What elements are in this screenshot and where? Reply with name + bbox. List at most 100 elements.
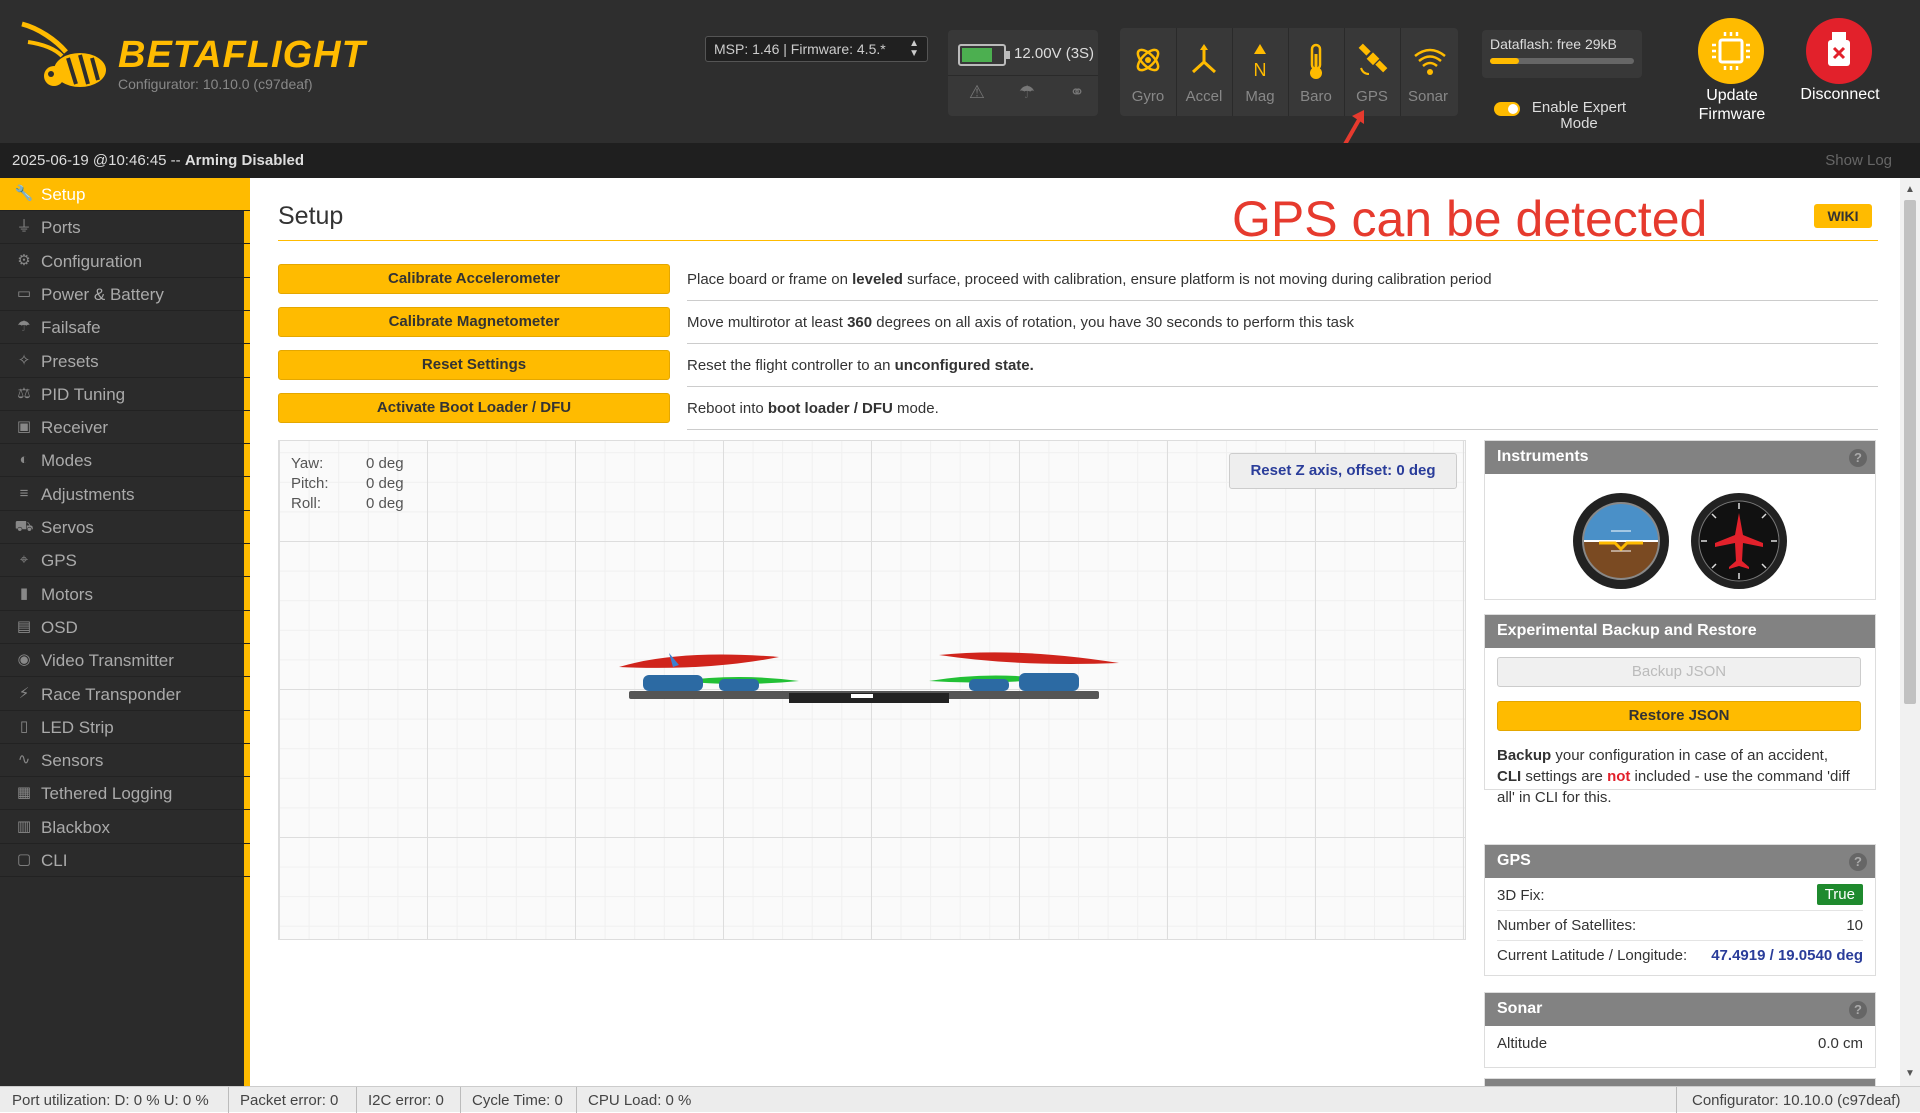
parachute-icon: ☂	[1018, 82, 1036, 102]
sidebar-item-power-battery[interactable]: ▭ Power & Battery	[0, 278, 250, 311]
servo-icon: ⛟	[14, 518, 34, 535]
instruments-title: Instruments	[1497, 448, 1589, 465]
reset-z-axis-button[interactable]: Reset Z axis, offset: 0 deg	[1229, 453, 1457, 489]
sidebar-item-servos[interactable]: ⛟ Servos	[0, 511, 250, 544]
battery-level-fill	[962, 48, 992, 62]
reset-settings-row: Reset Settings Reset the flight controll…	[278, 346, 1878, 389]
configurator-version: Configurator: 10.10.0 (c97deaf)	[118, 76, 313, 92]
msp-firmware-select[interactable]: MSP: 1.46 | Firmware: 4.5.* ▲ ▼	[705, 36, 928, 62]
scrollbar-thumb[interactable]	[1904, 200, 1916, 704]
sidebar-item-label: Race Transponder	[41, 684, 181, 704]
dataflash-usage-fill	[1490, 58, 1519, 64]
sidebar-item-setup[interactable]: 🔧 Setup	[0, 178, 250, 211]
roll-readout: Roll: 0 deg	[291, 495, 404, 512]
sidebar-item-modes[interactable]: ◐ Modes	[0, 444, 250, 478]
brand-title: BETAFLIGHT	[118, 34, 366, 76]
sidebar-item-label: GPS	[41, 551, 77, 571]
restore-json-button[interactable]: Restore JSON	[1497, 701, 1861, 731]
sonar-altitude-row: Altitude 0.0 cm	[1497, 1035, 1863, 1052]
gps-fix-badge: True	[1816, 884, 1863, 905]
sidebar-item-label: Receiver	[41, 418, 109, 438]
sidebar-item-sensors[interactable]: ∿ Sensors	[0, 744, 250, 778]
backup-note: Backup your configuration in case of an …	[1497, 747, 1850, 806]
quadcopter-model-icon	[619, 652, 1119, 703]
sensor-baro: Baro	[1288, 28, 1345, 116]
port-utilization: Port utilization: D: 0 % U: 0 %	[12, 1092, 209, 1109]
gps-panel-title: GPS	[1497, 852, 1531, 869]
sidebar-item-label: Power & Battery	[41, 284, 164, 304]
warning-icon: ⚠	[968, 82, 986, 102]
pulse-icon: ∿	[17, 751, 31, 769]
sidebar-item-receiver[interactable]: ▣ Receiver	[0, 411, 250, 445]
sliders-icon: ≡	[19, 484, 29, 502]
scroll-down-icon[interactable]: ▼	[1905, 1068, 1915, 1079]
receiver-icon: ▣	[16, 418, 32, 436]
gps-panel: GPS? 3D Fix: True Number of Satellites: 1…	[1484, 844, 1876, 976]
reset-settings-button[interactable]: Reset Settings	[278, 350, 670, 380]
sidebar-item-ports[interactable]: ⏚ Ports	[0, 211, 250, 245]
svg-text:N: N	[1254, 60, 1267, 80]
msp-firmware-value: MSP: 1.46 | Firmware: 4.5.*	[714, 41, 886, 57]
sensor-accel-label: Accel	[1185, 88, 1223, 105]
instruments-panel: Instruments?	[1484, 440, 1876, 600]
sidebar-item-adjustments[interactable]: ≡ Adjustments	[0, 478, 250, 511]
main-scrollbar[interactable]: ▲ ▼	[1900, 178, 1920, 1086]
bee-logo-icon	[21, 21, 106, 87]
show-log-link[interactable]: Show Log	[1825, 152, 1892, 169]
sidebar-item-gps[interactable]: ⌖ GPS	[0, 544, 250, 578]
wiki-button[interactable]: WIKI	[1814, 204, 1872, 228]
gps-satellites-row: Number of Satellites: 10	[1497, 911, 1863, 941]
mag-icon: N	[1254, 44, 1267, 80]
sidebar-item-motors[interactable]: ▮ Motors	[0, 578, 250, 611]
battery-status: 12.00V (3S) ⚠ ☂ ⚭	[948, 30, 1098, 116]
sidebar-item-configuration[interactable]: ⚙ Configuration	[0, 245, 250, 278]
backup-json-button[interactable]: Backup JSON	[1497, 657, 1861, 687]
cycle-time: Cycle Time: 0	[472, 1092, 563, 1109]
gear-icon: ⚙	[17, 251, 31, 269]
calibrate-magnetometer-row: Calibrate Magnetometer Move multirotor a…	[278, 303, 1878, 346]
sidebar-item-video-transmitter[interactable]: ◉ Video Transmitter	[0, 644, 250, 678]
status-info-bar: 2025-06-19 @10:46:45 -- Arming Disabled …	[0, 143, 1920, 178]
sensor-baro-label: Baro	[1300, 88, 1332, 105]
bottom-status-bar: Port utilization: D: 0 % U: 0 % Packet e…	[0, 1086, 1920, 1113]
sensor-gps-label: GPS	[1356, 88, 1388, 105]
sidebar-item-failsafe[interactable]: ☂ Failsafe	[0, 311, 250, 345]
sidebar-item-label: Setup	[41, 185, 86, 204]
sidebar-item-pid-tuning[interactable]: ⚖ PID Tuning	[0, 378, 250, 411]
gps-fix-row: 3D Fix: True	[1497, 881, 1863, 911]
calibrate-magnetometer-button[interactable]: Calibrate Magnetometer	[278, 307, 670, 337]
calibrate-magnetometer-description: Move multirotor at least 360 degrees on …	[687, 314, 1355, 331]
transponder-icon: ⚡	[18, 684, 30, 702]
expert-mode-toggle[interactable]: Enable Expert Mode	[1494, 96, 1634, 136]
calibrate-accelerometer-button[interactable]: Calibrate Accelerometer	[278, 264, 670, 294]
sidebar-item-label: Ports	[41, 218, 81, 238]
sidebar-item-label: Blackbox	[41, 817, 110, 837]
expert-mode-switch[interactable]	[1494, 102, 1520, 116]
activate-boot-loader-button[interactable]: Activate Boot Loader / DFU	[278, 393, 670, 423]
sidebar-item-race-transponder[interactable]: ⚡ Race Transponder	[0, 678, 250, 711]
sidebar-item-blackbox[interactable]: ▥ Blackbox	[0, 811, 250, 844]
sonar-panel: Sonar? Altitude 0.0 cm	[1484, 992, 1876, 1068]
cpu-load: CPU Load: 0 %	[588, 1092, 692, 1109]
plug-icon: ⏚	[16, 218, 32, 236]
battery-icon	[958, 44, 1010, 66]
sidebar-item-label: Sensors	[41, 751, 104, 771]
sidebar-item-tethered-logging[interactable]: ▦ Tethered Logging	[0, 777, 250, 811]
next-panel-edge	[1484, 1078, 1876, 1086]
disconnect-button[interactable]: Disconnect	[1780, 18, 1900, 128]
usb-disconnect-icon	[1806, 18, 1872, 84]
configurator-version-status: Configurator: 10.10.0 (c97deaf)	[1692, 1092, 1901, 1109]
sidebar-item-label: Servos	[41, 518, 94, 537]
gps-icon	[1358, 43, 1388, 75]
sensor-mag: N Mag	[1232, 28, 1289, 116]
model-3d-view[interactable]: Yaw: 0 deg Pitch: 0 deg Roll: 0 deg Reset Z…	[278, 440, 1466, 940]
sidebar-item-led-strip[interactable]: ▯ LED Strip	[0, 711, 250, 744]
scroll-up-icon[interactable]: ▲	[1905, 184, 1915, 195]
help-icon[interactable]: ?	[1849, 1001, 1867, 1019]
help-icon[interactable]: ?	[1849, 853, 1867, 871]
sidebar-item-cli[interactable]: ▢ CLI	[0, 844, 250, 877]
help-icon[interactable]: ?	[1849, 449, 1867, 467]
sidebar-item-presets[interactable]: ✧ Presets	[0, 345, 250, 378]
update-firmware-button[interactable]: Update Firmware	[1672, 18, 1792, 128]
sidebar-item-osd[interactable]: ▤ OSD	[0, 611, 250, 644]
